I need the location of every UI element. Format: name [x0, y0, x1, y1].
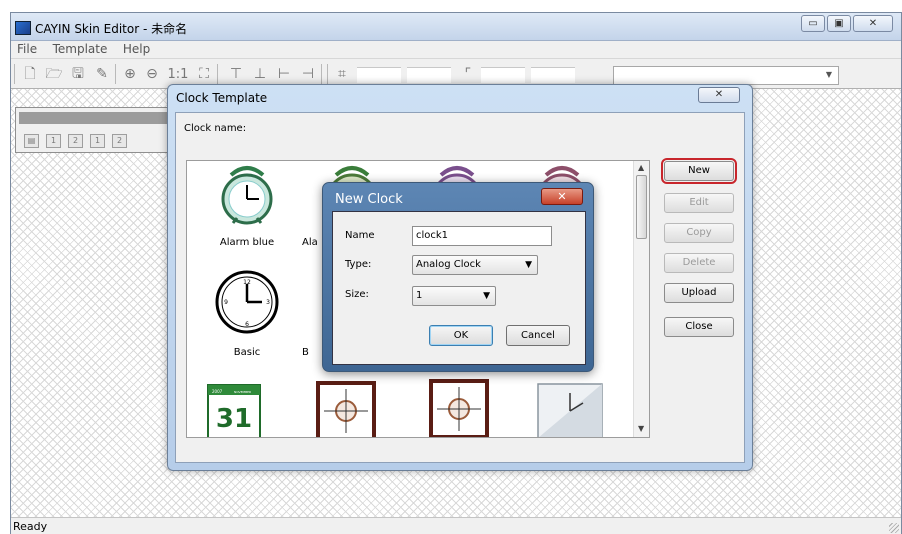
status-bar: Ready: [11, 517, 901, 534]
silver-clock-icon: [537, 383, 603, 437]
window-title: CAYIN Skin Editor - 未命名: [35, 22, 188, 36]
minimize-button[interactable]: ▭: [801, 15, 825, 32]
toolbar-separator: [321, 64, 322, 84]
alarm-clock-blue-icon: [221, 166, 273, 225]
panel-header: [19, 112, 177, 124]
menu-file[interactable]: File: [11, 41, 43, 56]
size-select[interactable]: 1 ▼: [412, 286, 496, 306]
actual-size-icon[interactable]: 1:1: [165, 66, 191, 83]
align-right-icon[interactable]: ⊣: [299, 66, 317, 83]
chevron-down-icon: ▼: [525, 260, 532, 270]
resize-grip-icon[interactable]: [889, 523, 899, 533]
type-label: Type:: [345, 259, 372, 270]
clock-name-label: Clock name:: [184, 123, 247, 134]
type-select-value: Analog Clock: [416, 259, 481, 270]
status-text: Ready: [13, 520, 48, 533]
layer-1-icon[interactable]: 1: [46, 134, 61, 148]
type-select[interactable]: Analog Clock ▼: [412, 255, 538, 275]
ok-button[interactable]: OK: [429, 325, 493, 346]
template-tile[interactable]: 12 3 6 9 Basic: [197, 269, 297, 361]
align-top-icon[interactable]: ⊤: [227, 66, 245, 83]
align-bottom-icon[interactable]: ⊥: [251, 66, 269, 83]
svg-text:3: 3: [266, 299, 270, 306]
layer-1b-icon[interactable]: 1: [90, 134, 105, 148]
layer-2-icon[interactable]: 2: [68, 134, 83, 148]
new-file-icon[interactable]: 🗋: [21, 66, 39, 83]
layer-2b-icon[interactable]: 2: [112, 134, 127, 148]
zoom-out-icon[interactable]: ⊖: [143, 66, 161, 83]
template-tile[interactable]: [315, 381, 377, 437]
dialog-close-button[interactable]: ✕: [698, 87, 740, 103]
pencil-icon[interactable]: ✎: [93, 66, 111, 83]
close-dialog-button[interactable]: Close: [664, 317, 734, 337]
template-caption: Alarm blue: [219, 237, 275, 248]
svg-text:9: 9: [224, 299, 228, 306]
align-left-icon[interactable]: ⊢: [275, 66, 293, 83]
template-tile[interactable]: [537, 383, 603, 437]
new-clock-close-button[interactable]: ✕: [541, 188, 583, 205]
calendar-year: 2007: [212, 389, 223, 394]
menu-bar: File Template Help: [11, 41, 901, 59]
scroll-thumb[interactable]: [636, 175, 647, 239]
close-button[interactable]: ✕: [853, 15, 893, 32]
width-field[interactable]: [481, 67, 525, 83]
calendar-icon: 2007 NOVEMBER 31: [207, 384, 261, 437]
object-panel: ▤ 1 2 1 2: [15, 107, 181, 153]
template-tile[interactable]: [428, 379, 490, 437]
new-clock-title: New Clock: [335, 192, 403, 207]
edit-button[interactable]: Edit: [664, 193, 734, 213]
delete-button[interactable]: Delete: [664, 253, 734, 273]
wood-clock-icon: [429, 379, 489, 437]
svg-text:6: 6: [245, 321, 249, 328]
size-label: Size:: [345, 289, 369, 300]
toolbar-separator: [327, 64, 328, 84]
zoom-in-icon[interactable]: ⊕: [121, 66, 139, 83]
object-combo[interactable]: ▼: [613, 66, 839, 85]
size-icon: ⌜: [464, 66, 472, 82]
layer-icon[interactable]: ▤: [24, 134, 39, 148]
app-logo-icon: [15, 21, 31, 35]
open-folder-icon[interactable]: 🗁: [45, 66, 63, 83]
toolbar-separator: [217, 64, 218, 84]
scroll-up-icon[interactable]: ▲: [638, 163, 644, 172]
maximize-button[interactable]: ▣: [827, 15, 851, 32]
new-clock-dialog: New Clock ✕ Name clock1 Type: Analog Clo…: [322, 182, 594, 372]
template-tile[interactable]: 2007 NOVEMBER 31: [203, 381, 265, 437]
toolbar-grip: [14, 64, 15, 84]
size-select-value: 1: [416, 290, 423, 301]
y-field[interactable]: [407, 67, 451, 83]
upload-button[interactable]: Upload: [664, 283, 734, 303]
name-label: Name: [345, 230, 375, 241]
menu-template[interactable]: Template: [47, 41, 114, 56]
basic-clock-icon: 12 3 6 9: [215, 270, 279, 334]
height-field[interactable]: [531, 67, 575, 83]
dialog-title: Clock Template: [176, 91, 268, 105]
chevron-down-icon: ▼: [825, 70, 832, 79]
wood-clock-icon: [316, 381, 376, 437]
x-field[interactable]: [357, 67, 401, 83]
chevron-down-icon: ▼: [483, 291, 490, 301]
calendar-month: NOVEMBER: [234, 390, 251, 394]
template-tile[interactable]: Alarm blue: [197, 163, 297, 255]
clock-name-input[interactable]: clock1: [412, 226, 552, 246]
copy-button[interactable]: Copy: [664, 223, 734, 243]
save-icon[interactable]: 🖫: [69, 66, 87, 83]
calendar-day: 31: [216, 404, 252, 434]
menu-help[interactable]: Help: [117, 41, 156, 56]
new-button[interactable]: New: [661, 158, 737, 184]
position-icon: ⌗: [338, 66, 346, 82]
template-caption: Basic: [233, 347, 261, 358]
title-bar: CAYIN Skin Editor - 未命名 ▭ ▣ ✕: [11, 13, 901, 41]
template-list-scrollbar[interactable]: ▲ ▼: [633, 161, 649, 437]
cancel-button[interactable]: Cancel: [506, 325, 570, 346]
scroll-down-icon[interactable]: ▼: [638, 424, 644, 433]
fit-window-icon[interactable]: ⛶: [195, 66, 213, 83]
toolbar-separator: [115, 64, 116, 84]
